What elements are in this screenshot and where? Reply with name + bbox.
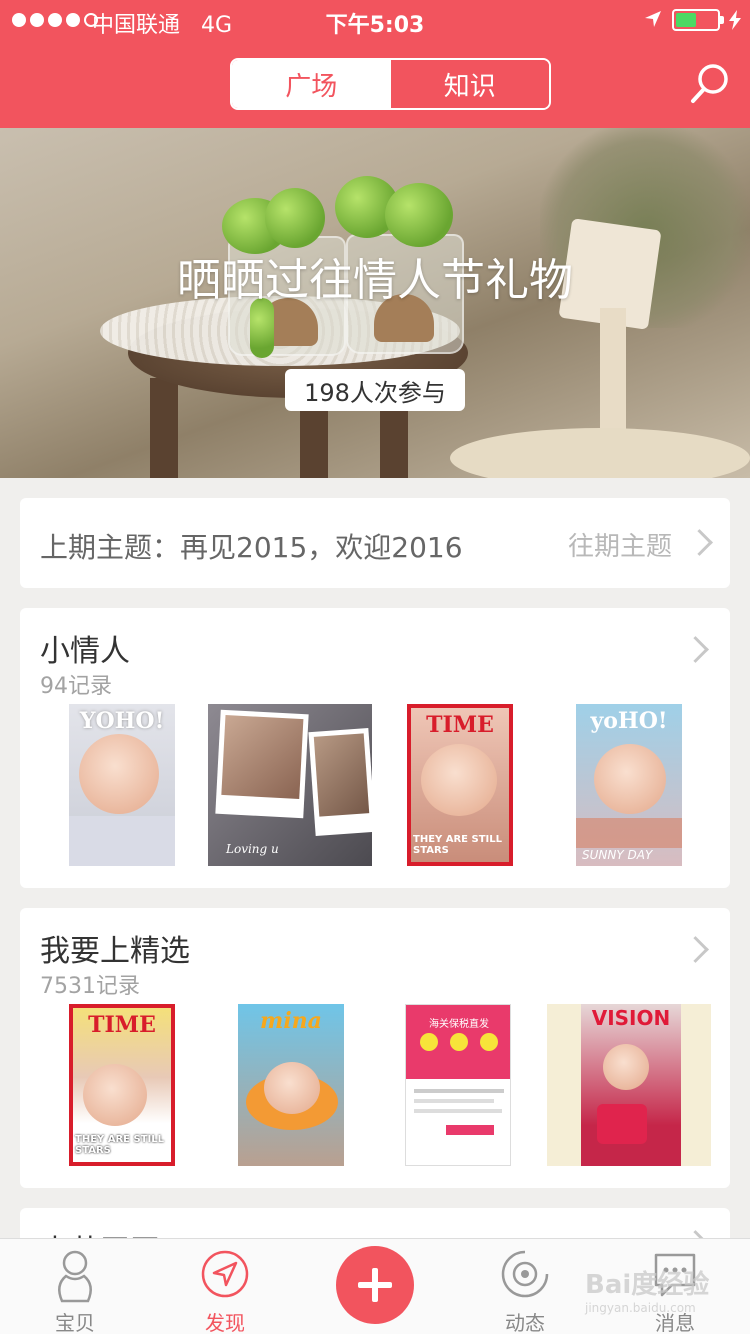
group-count: 94记录 xyxy=(40,674,112,699)
chevron-right-icon xyxy=(690,529,708,559)
tab-label: 宝贝 xyxy=(55,1311,95,1334)
previous-topic-label: 上期主题：再见2015，欢迎2016 xyxy=(40,531,463,564)
album-group[interactable]: 我要上精选 7531记录 TIME THEY ARE STILL STARS m… xyxy=(20,908,730,1188)
activity-icon xyxy=(501,1250,549,1298)
album-cover[interactable]: mina xyxy=(238,1004,344,1166)
watermark: Bai度经验 jingyan.baidu.com xyxy=(585,1270,710,1315)
participants-badge: 198人次参与 xyxy=(285,369,465,411)
tab-baby[interactable]: 宝贝 xyxy=(20,1239,130,1334)
baby-icon xyxy=(58,1250,92,1303)
album-cover[interactable]: TIME THEY ARE STILL STARS xyxy=(69,1004,175,1166)
album-cover[interactable]: yoHO! SUNNY DAY xyxy=(576,704,682,866)
group-count: 7531记录 xyxy=(40,974,140,999)
tab-discover[interactable]: 发现 xyxy=(170,1239,280,1334)
battery-fill xyxy=(676,13,696,27)
tab-label: 动态 xyxy=(505,1311,545,1334)
tab-knowledge[interactable]: 知识 xyxy=(390,60,549,108)
chevron-right-icon xyxy=(686,636,704,666)
previous-topic-row[interactable]: 上期主题：再见2015，欢迎2016 往期主题 xyxy=(20,498,730,588)
tab-square[interactable]: 广场 xyxy=(232,60,391,108)
album-group[interactable]: 小情人 94记录 YOHO! Loving u TIME THEY ARE ST… xyxy=(20,608,730,888)
status-time: 下午5:03 xyxy=(325,13,425,38)
past-topics-link[interactable]: 往期主题 xyxy=(568,526,672,563)
charging-bolt-icon xyxy=(729,10,741,30)
tab-label: 发现 xyxy=(205,1311,245,1334)
tab-activity[interactable]: 动态 xyxy=(470,1239,580,1334)
album-cover[interactable]: VISION xyxy=(547,1004,711,1166)
group-title: 我要上精选 xyxy=(40,934,190,969)
topic-banner[interactable]: 晒晒过往情人节礼物 198人次参与 xyxy=(0,128,750,478)
album-cover[interactable]: 海关保税直发 xyxy=(405,1004,511,1166)
album-cover[interactable]: Loving u xyxy=(208,704,372,866)
compass-icon xyxy=(201,1250,249,1298)
chevron-right-icon xyxy=(686,936,704,966)
segmented-control: 广场 知识 xyxy=(230,58,551,110)
album-cover[interactable]: YOHO! xyxy=(69,704,175,866)
add-record-button[interactable] xyxy=(336,1246,414,1324)
search-icon[interactable] xyxy=(688,62,732,106)
album-cover[interactable]: TIME THEY ARE STILL STARS xyxy=(407,704,513,866)
battery-icon xyxy=(672,9,724,31)
location-arrow-icon xyxy=(645,11,661,27)
banner-title: 晒晒过往情人节礼物 xyxy=(177,255,573,306)
group-title: 小情人 xyxy=(40,634,130,669)
top-bar: 中国联通 4G 下午5:03 广场 知识 xyxy=(0,0,750,128)
status-bar: 中国联通 4G 下午5:03 xyxy=(0,0,750,40)
